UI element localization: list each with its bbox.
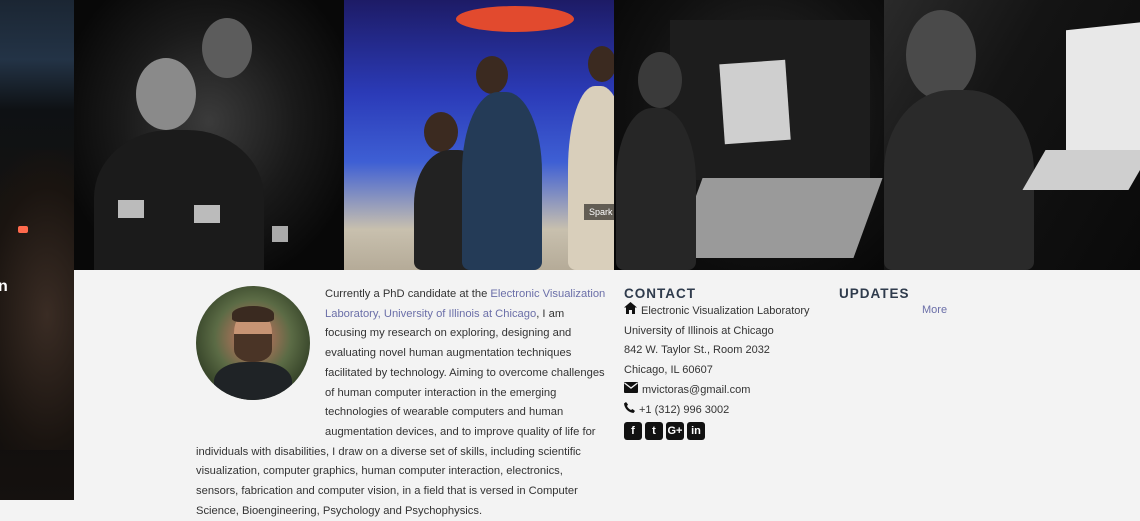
contact-heading: CONTACT <box>624 286 696 301</box>
facebook-icon[interactable]: f <box>624 422 642 441</box>
contact-university: University of Illinois at Chicago <box>624 324 774 337</box>
contact-street: 842 W. Taylor St., Room 2032 <box>624 344 770 357</box>
left-background-image: n <box>0 0 74 500</box>
home-icon <box>624 302 637 322</box>
linkedin-icon[interactable]: in <box>687 422 705 441</box>
contact-phone-text: +1 (312) 996 3002 <box>639 403 730 416</box>
photo-caption: Spark <box>584 204 614 220</box>
contact-org: Electronic Visualization Laboratory <box>624 302 824 322</box>
contact-org-text: Electronic Visualization Laboratory <box>641 305 810 317</box>
background-light <box>18 226 28 233</box>
updates-heading: UPDATES <box>839 286 910 301</box>
envelope-icon <box>624 381 638 401</box>
phone-icon <box>624 401 635 421</box>
google-plus-icon[interactable]: G+ <box>666 422 684 441</box>
main-content: Currently a PhD candidate at the Electro… <box>74 270 1140 517</box>
social-links: f t G+ in <box>624 422 824 441</box>
contact-email-text[interactable]: mvictoras@gmail.com <box>642 381 750 401</box>
updates-more-link[interactable]: More <box>922 304 947 316</box>
background-portrait <box>0 150 74 450</box>
photo-tabletop-display[interactable] <box>614 0 884 270</box>
photo-visualization-wall[interactable]: Spark <box>344 0 614 270</box>
bio-intro: Currently a PhD candidate at the <box>325 288 491 300</box>
contact-email[interactable]: mvictoras@gmail.com <box>624 381 824 401</box>
photo-desk-research[interactable] <box>884 0 1140 270</box>
twitter-icon[interactable]: t <box>645 422 663 441</box>
contact-section: CONTACT Electronic Visualization Laborat… <box>624 286 824 441</box>
contact-city: Chicago, IL 60607 <box>624 364 713 377</box>
photo-motion-capture[interactable] <box>74 0 344 270</box>
photo-banner: Spark <box>74 0 1140 270</box>
contact-phone: +1 (312) 996 3002 <box>624 401 824 421</box>
left-text-fragment: n <box>0 278 8 295</box>
bio-paragraph: Currently a PhD candidate at the Electro… <box>196 285 606 521</box>
